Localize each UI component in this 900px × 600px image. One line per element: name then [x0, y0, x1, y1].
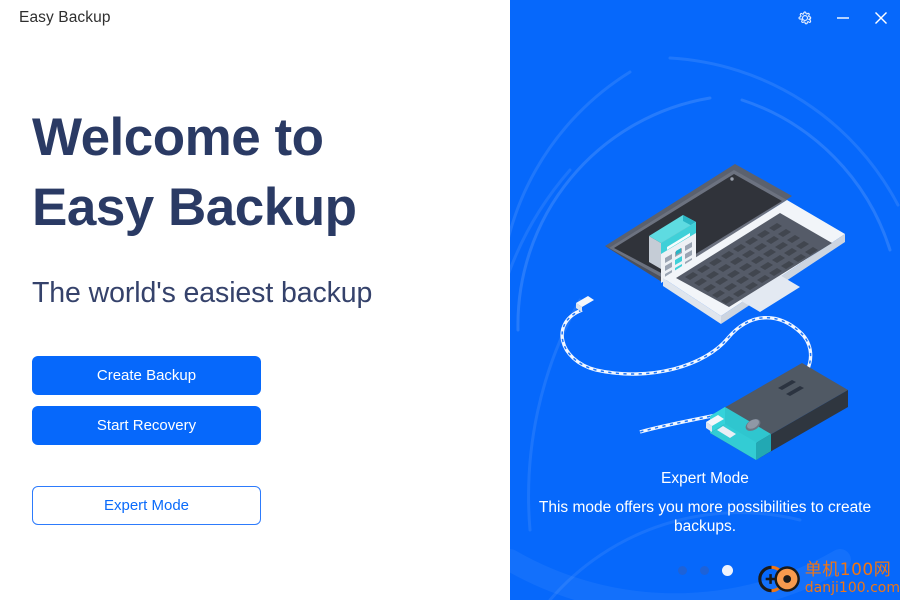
- watermark-name: 单机100网: [804, 560, 892, 580]
- subtitle: The world's easiest backup: [32, 277, 373, 309]
- close-icon: [875, 12, 887, 24]
- minimize-icon: [837, 17, 849, 19]
- create-backup-button[interactable]: Create Backup: [32, 356, 261, 395]
- danji100-logo-icon: [758, 565, 800, 592]
- page-title: Welcome to Easy Backup: [32, 103, 492, 244]
- start-recovery-button[interactable]: Start Recovery: [32, 406, 261, 445]
- watermark-text: 单机100网 danji100.com: [804, 560, 900, 596]
- external-drive-icon: [710, 363, 848, 460]
- panel-caption-body: This mode offers you more possibilities …: [538, 499, 872, 536]
- usb-plug-laptop-icon: [576, 296, 594, 312]
- backup-illustration: [560, 164, 848, 460]
- title-bar: Easy Backup: [0, 0, 510, 36]
- gear-icon: [798, 11, 812, 25]
- carousel-dot-2[interactable]: [699, 566, 709, 575]
- close-button[interactable]: [862, 1, 900, 35]
- panel-caption-title: Expert Mode: [661, 470, 749, 487]
- expert-mode-button[interactable]: Expert Mode: [32, 486, 261, 525]
- carousel-dot-1[interactable]: [677, 566, 687, 575]
- window-controls: [786, 0, 900, 36]
- app-title: Easy Backup: [19, 9, 111, 26]
- settings-button[interactable]: [786, 1, 824, 35]
- watermark: 单机100网 danji100.com: [752, 557, 900, 600]
- headline-line-2: Easy Backup: [32, 178, 357, 238]
- left-pane: Easy Backup Welcome to Easy Backup The w…: [0, 0, 510, 600]
- watermark-url: danji100.com: [804, 580, 900, 596]
- minimize-button[interactable]: [824, 1, 862, 35]
- easy-backup-window: Easy Backup Welcome to Easy Backup The w…: [0, 0, 900, 600]
- laptop-icon: [605, 164, 845, 324]
- headline-line-1: Welcome to: [32, 108, 324, 167]
- carousel-dot-3[interactable]: [721, 565, 733, 576]
- right-panel: Expert Mode This mode offers you more po…: [510, 0, 900, 600]
